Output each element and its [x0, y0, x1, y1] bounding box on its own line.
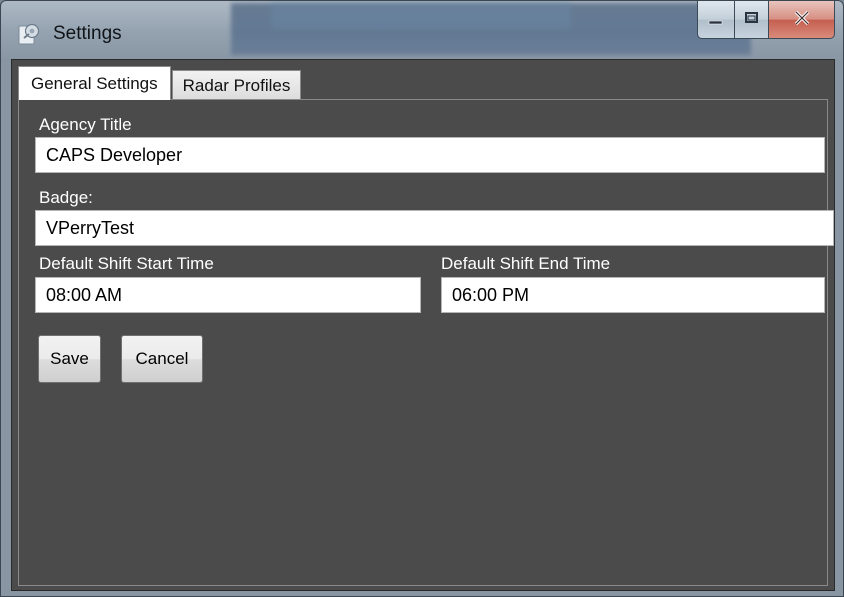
badge-label: Badge:	[39, 188, 93, 207]
shift-end-field[interactable]: 06:00 PM	[441, 277, 825, 313]
minimize-icon	[708, 10, 724, 29]
tab-general-settings[interactable]: General Settings	[18, 66, 171, 100]
settings-window: Settings General Settings Radar Profiles…	[0, 0, 844, 597]
window-title: Settings	[53, 23, 122, 44]
save-button[interactable]: Save	[38, 335, 101, 383]
shift-start-field[interactable]: 08:00 AM	[35, 277, 421, 313]
window-client-area: General Settings Radar Profiles Agency T…	[11, 59, 835, 591]
maximize-icon	[744, 10, 760, 29]
tab-radar-profiles[interactable]: Radar Profiles	[171, 70, 302, 100]
title-bar[interactable]: Settings	[1, 1, 843, 59]
general-settings-panel: Agency Title CAPS Developer Badge: VPerr…	[18, 99, 834, 586]
shift-end-label: Default Shift End Time	[441, 254, 611, 273]
shift-start-label: Default Shift Start Time	[39, 254, 214, 273]
minimize-button[interactable]	[697, 1, 735, 39]
maximize-button[interactable]	[735, 1, 769, 39]
agency-title-label: Agency Title	[39, 115, 132, 134]
badge-field[interactable]: VPerryTest	[35, 210, 834, 246]
agency-title-field[interactable]: CAPS Developer	[35, 137, 825, 173]
settings-app-icon[interactable]	[17, 21, 43, 47]
cancel-button[interactable]: Cancel	[121, 335, 203, 383]
caption-buttons	[697, 1, 835, 43]
close-icon	[793, 10, 811, 30]
tab-strip: General Settings Radar Profiles	[18, 66, 302, 100]
close-button[interactable]	[769, 1, 835, 39]
